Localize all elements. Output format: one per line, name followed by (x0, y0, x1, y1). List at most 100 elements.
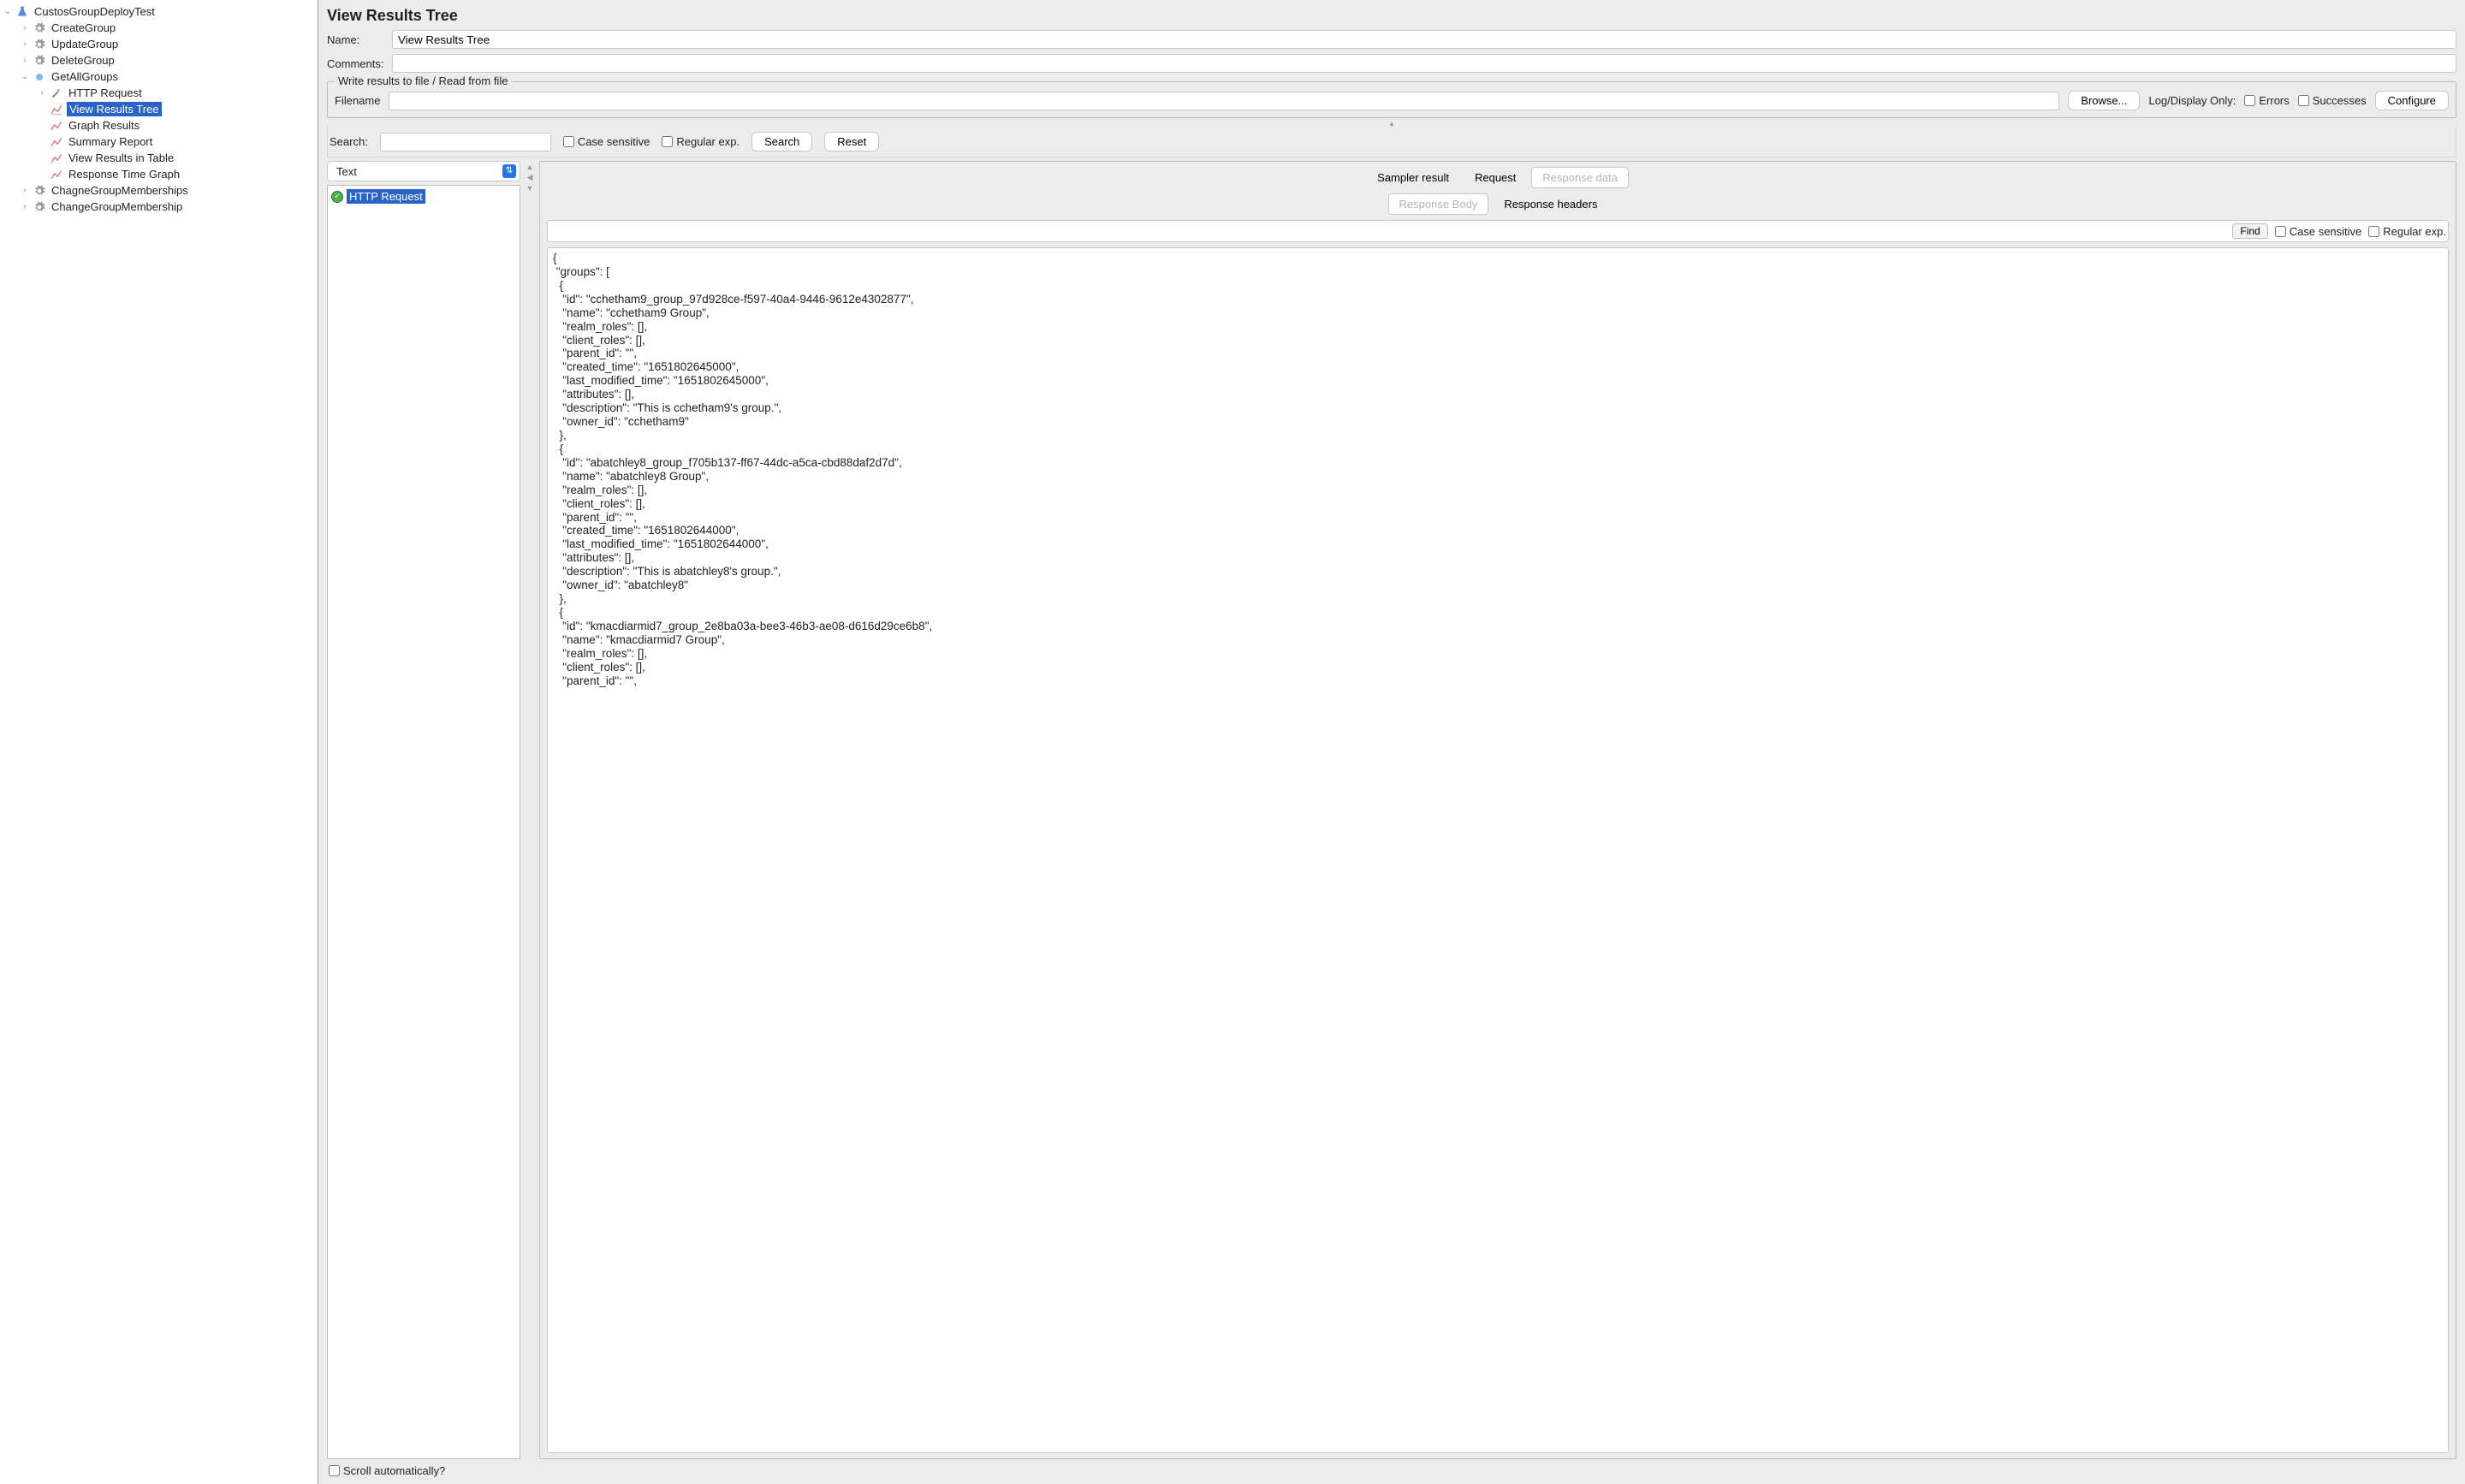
chart-icon (50, 151, 63, 165)
chevron-right-icon[interactable]: › (19, 186, 31, 195)
browse-button[interactable]: Browse... (2068, 91, 2140, 110)
find-button[interactable]: Find (2232, 223, 2267, 239)
log-display-label: Log/Display Only: (2148, 94, 2236, 107)
configure-button[interactable]: Configure (2375, 91, 2449, 110)
tree-label: Summary Report (67, 134, 154, 149)
fieldset-legend: Write results to file / Read from file (335, 74, 511, 87)
horizontal-splitter[interactable]: ▲ (327, 120, 2456, 127)
chart-icon (50, 103, 63, 116)
tab-row-1: Sampler result Request Response data (547, 167, 2449, 188)
response-tabs-area: Sampler result Request Response data Res… (539, 161, 2456, 1459)
success-icon: ✓ (331, 191, 343, 203)
tree-item-chagne-memberships[interactable]: › ChagneGroupMemberships (0, 182, 318, 199)
name-row: Name: (327, 30, 2456, 49)
successes-label: Successes (2313, 94, 2367, 107)
tree-label: View Results in Table (67, 151, 175, 165)
find-input[interactable] (549, 223, 2225, 240)
successes-checkbox[interactable]: Successes (2298, 94, 2367, 107)
gear-active-icon (33, 70, 46, 84)
vertical-splitter[interactable]: ▲◀▼ (526, 161, 534, 1459)
name-label: Name: (327, 33, 392, 46)
filename-input[interactable] (389, 92, 2059, 110)
tab-row-2: Response Body Response headers (547, 193, 2449, 215)
tree-root-row[interactable]: ⌄ CustosGroupDeployTest (0, 3, 318, 20)
tree-item-response-time-graph[interactable]: Response Time Graph (0, 166, 318, 182)
search-input[interactable] (380, 133, 551, 151)
search-button[interactable]: Search (751, 132, 812, 151)
filename-label: Filename (335, 94, 380, 107)
regex-checkbox[interactable]: Regular exp. (662, 135, 740, 148)
find-case-checkbox[interactable]: Case sensitive (2275, 225, 2362, 238)
chart-icon (50, 119, 63, 133)
chevron-right-icon[interactable]: › (19, 202, 31, 211)
find-row: Find Case sensitive Regular exp. (547, 220, 2449, 242)
page-title: View Results Tree (327, 7, 2456, 25)
tree-item-view-results-tree[interactable]: View Results Tree (0, 101, 318, 117)
tab-request[interactable]: Request (1464, 167, 1526, 188)
case-checkbox[interactable]: Case sensitive (563, 135, 650, 148)
renderer-dropdown[interactable]: Text ⇅ (327, 161, 520, 181)
chevron-right-icon[interactable]: › (19, 23, 31, 33)
flask-icon (15, 5, 29, 19)
sample-item[interactable]: ✓ HTTP Request (331, 189, 516, 204)
bottom-row: Scroll automatically? (327, 1459, 2456, 1477)
comments-label: Comments: (327, 57, 392, 70)
file-fieldset: Write results to file / Read from file F… (327, 81, 2456, 118)
gear-icon (33, 184, 46, 198)
tree-item-updategroup[interactable]: › UpdateGroup (0, 36, 318, 52)
results-left-column: Text ⇅ ✓ HTTP Request (327, 161, 520, 1459)
sample-list[interactable]: ✓ HTTP Request (327, 185, 520, 1459)
dropdown-label: Text (336, 165, 357, 178)
sample-name: HTTP Request (347, 189, 425, 204)
reset-button[interactable]: Reset (824, 132, 879, 151)
chevron-down-icon[interactable]: ⌄ (19, 72, 31, 81)
find-case-label: Case sensitive (2290, 225, 2362, 238)
tree-item-getallgroups[interactable]: ⌄ GetAllGroups (0, 68, 318, 85)
tree-item-graph-results[interactable]: Graph Results (0, 117, 318, 134)
find-regex-checkbox[interactable]: Regular exp. (2368, 225, 2446, 238)
name-input[interactable] (392, 30, 2456, 49)
comments-row: Comments: (327, 54, 2456, 73)
gear-icon (33, 54, 46, 68)
gear-icon (33, 21, 46, 35)
tree-label: ChangeGroupMembership (50, 199, 184, 214)
tree-label: View Results Tree (67, 102, 162, 116)
tab-response-body[interactable]: Response Body (1388, 193, 1489, 215)
chevron-down-icon[interactable]: ⌄ (2, 7, 14, 16)
response-body-text[interactable]: { "groups": [ { "id": "cchetham9_group_9… (547, 247, 2449, 1453)
scroll-auto-checkbox[interactable]: Scroll automatically? (329, 1464, 445, 1477)
chevron-right-icon[interactable]: › (19, 39, 31, 49)
chevron-right-icon[interactable]: › (19, 56, 31, 65)
results-right-column: Sampler result Request Response data Res… (539, 161, 2456, 1459)
tree-item-summary-report[interactable]: Summary Report (0, 134, 318, 150)
tab-response-data[interactable]: Response data (1531, 167, 1628, 188)
tree-item-view-results-table[interactable]: View Results in Table (0, 150, 318, 166)
tree-label: GetAllGroups (50, 69, 120, 84)
tree-label: DeleteGroup (50, 53, 116, 68)
tree-item-deletegroup[interactable]: › DeleteGroup (0, 52, 318, 68)
updown-icon: ⇅ (502, 164, 516, 178)
tree-label: UpdateGroup (50, 37, 120, 51)
tree-item-change-membership[interactable]: › ChangeGroupMembership (0, 199, 318, 215)
tree-label: ChagneGroupMemberships (50, 183, 190, 198)
case-label: Case sensitive (578, 135, 650, 148)
tree-panel: ⌄ CustosGroupDeployTest › CreateGroup › … (0, 0, 318, 1484)
tree-item-creategroup[interactable]: › CreateGroup (0, 20, 318, 36)
tree-label: HTTP Request (67, 86, 144, 100)
tab-response-headers[interactable]: Response headers (1494, 193, 1607, 215)
tree-label: Response Time Graph (67, 167, 181, 181)
tab-sampler-result[interactable]: Sampler result (1367, 167, 1459, 188)
tree-root-label: CustosGroupDeployTest (33, 4, 157, 19)
comments-input[interactable] (392, 54, 2456, 73)
regex-label: Regular exp. (676, 135, 740, 148)
tree-label: Graph Results (67, 118, 141, 133)
gear-icon (33, 200, 46, 214)
chart-icon (50, 168, 63, 181)
errors-checkbox[interactable]: Errors (2244, 94, 2289, 107)
search-label: Search: (330, 135, 368, 148)
tree-item-http-request[interactable]: › HTTP Request (0, 85, 318, 101)
chart-icon (50, 135, 63, 149)
chevron-right-icon[interactable]: › (36, 88, 48, 98)
find-regex-label: Regular exp. (2383, 225, 2446, 238)
tree-label: CreateGroup (50, 21, 117, 35)
